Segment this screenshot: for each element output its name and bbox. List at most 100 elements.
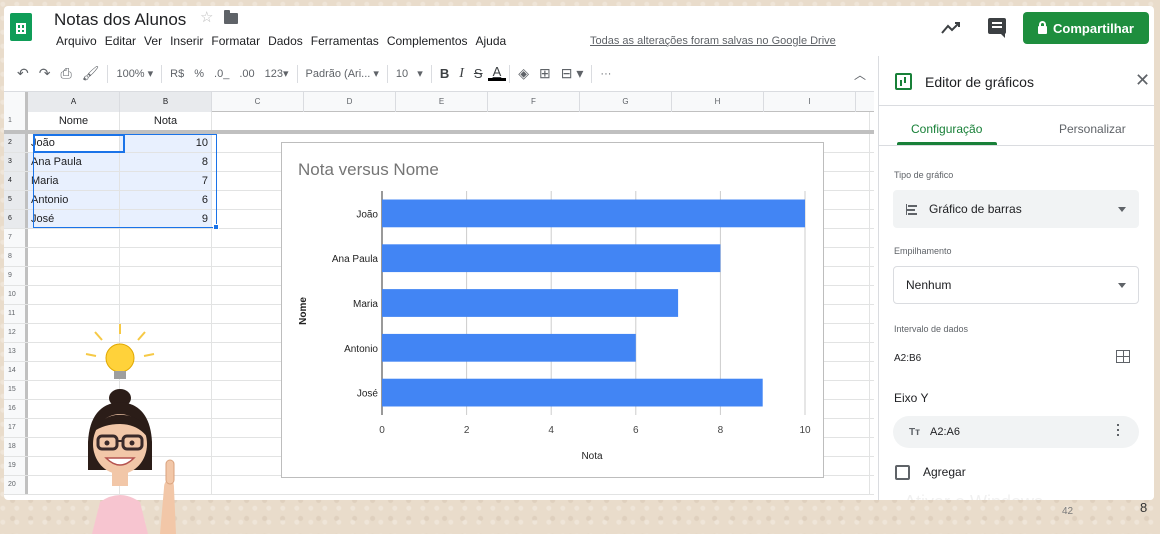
menu-arquivo[interactable]: Arquivo: [52, 34, 101, 48]
font-select[interactable]: Padrão (Ari... ▾: [301, 67, 384, 80]
row-header[interactable]: 9: [4, 267, 28, 285]
paint-format-icon[interactable]: 🖌: [77, 65, 105, 82]
column-header[interactable]: D: [304, 92, 396, 112]
header-cell[interactable]: Nome: [28, 112, 120, 130]
column-header[interactable]: F: [488, 92, 580, 112]
column-header[interactable]: A: [28, 92, 120, 112]
row-header[interactable]: 11: [4, 305, 28, 323]
empty-cell[interactable]: [120, 267, 212, 285]
stacking-select[interactable]: Nenhum: [893, 266, 1139, 304]
more-formats-select[interactable]: 123▾: [260, 67, 294, 80]
text-color-button[interactable]: A: [487, 65, 507, 81]
grade-cell[interactable]: 10: [120, 134, 212, 152]
header-cell[interactable]: Nota: [120, 112, 212, 130]
grade-cell[interactable]: 6: [120, 191, 212, 209]
column-header[interactable]: H: [672, 92, 764, 112]
empty-cells[interactable]: [212, 112, 870, 130]
share-button[interactable]: Compartilhar: [1023, 12, 1149, 44]
tab-configuracao[interactable]: Configuração: [911, 122, 982, 136]
empty-cell[interactable]: [28, 267, 120, 285]
row-header[interactable]: 5: [4, 191, 28, 209]
name-cell[interactable]: João: [28, 134, 120, 152]
column-header[interactable]: C: [212, 92, 304, 112]
row-header[interactable]: 2: [4, 134, 28, 152]
row-header[interactable]: 3: [4, 153, 28, 171]
grade-cell[interactable]: 7: [120, 172, 212, 190]
row-header[interactable]: 14: [4, 362, 28, 380]
increase-decimal-button[interactable]: .00: [234, 68, 259, 80]
empty-cell[interactable]: [28, 229, 120, 247]
row-header[interactable]: 18: [4, 438, 28, 456]
row-header[interactable]: 1: [4, 112, 28, 130]
save-status[interactable]: Todas as alterações foram salvas no Goog…: [590, 35, 836, 47]
tab-personalizar[interactable]: Personalizar: [1059, 122, 1126, 136]
column-header[interactable]: E: [396, 92, 488, 112]
name-cell[interactable]: Antonio: [28, 191, 120, 209]
aggregate-checkbox[interactable]: [895, 465, 910, 480]
row-header[interactable]: 13: [4, 343, 28, 361]
sheets-logo-icon[interactable]: [10, 13, 32, 41]
name-cell[interactable]: José: [28, 210, 120, 228]
folder-icon[interactable]: [224, 10, 238, 24]
star-icon[interactable]: ☆: [200, 8, 213, 26]
row-header[interactable]: 4: [4, 172, 28, 190]
document-title[interactable]: Notas dos Alunos: [54, 10, 186, 30]
print-icon[interactable]: ⎙: [55, 65, 76, 82]
currency-button[interactable]: R$: [165, 68, 189, 80]
row-header[interactable]: 17: [4, 419, 28, 437]
embedded-chart[interactable]: Nota versus Nome Nome Nota 0 2 4 6 8 10 João An…: [281, 142, 824, 478]
bold-button[interactable]: B: [435, 66, 454, 81]
more-options-button[interactable]: ···: [595, 68, 616, 80]
empty-cell[interactable]: [120, 286, 212, 304]
empty-cell[interactable]: [120, 229, 212, 247]
y-axis-range-chip[interactable]: Tт A2:A6: [893, 416, 1139, 448]
fill-color-icon[interactable]: ◈: [513, 65, 534, 82]
borders-icon[interactable]: ⊞: [534, 65, 556, 82]
row-header[interactable]: 6: [4, 210, 28, 228]
row-header[interactable]: 20: [4, 476, 28, 494]
explore-trend-icon[interactable]: [940, 20, 962, 36]
decrease-decimal-button[interactable]: .0_: [209, 68, 234, 80]
column-header[interactable]: G: [580, 92, 672, 112]
name-cell[interactable]: Maria: [28, 172, 120, 190]
row-header[interactable]: 7: [4, 229, 28, 247]
empty-cells[interactable]: [212, 476, 870, 494]
grade-cell[interactable]: 8: [120, 153, 212, 171]
empty-cell[interactable]: [28, 248, 120, 266]
collapse-menus-icon[interactable]: ︿: [854, 66, 866, 83]
more-vert-icon[interactable]: [1117, 424, 1119, 426]
column-header[interactable]: B: [120, 92, 212, 112]
menu-complementos[interactable]: Complementos: [383, 34, 472, 48]
merge-cells-icon[interactable]: ⊟ ▾: [556, 65, 589, 82]
undo-icon[interactable]: ↶: [12, 65, 34, 82]
select-range-icon[interactable]: [1116, 350, 1130, 363]
data-range-input[interactable]: A2:B6: [894, 353, 921, 364]
empty-cell[interactable]: [28, 286, 120, 304]
menu-ajuda[interactable]: Ajuda: [472, 34, 511, 48]
strikethrough-button[interactable]: S: [469, 66, 488, 81]
menu-editar[interactable]: Editar: [101, 34, 140, 48]
select-all-corner[interactable]: [4, 92, 28, 112]
menu-formatar[interactable]: Formatar: [207, 34, 264, 48]
comment-icon[interactable]: [988, 18, 1006, 38]
redo-icon[interactable]: ↷: [34, 65, 56, 82]
close-icon[interactable]: ✕: [1135, 70, 1150, 91]
font-size-select[interactable]: 10 ▾: [391, 67, 428, 80]
percent-button[interactable]: %: [189, 68, 209, 80]
row-header[interactable]: 16: [4, 400, 28, 418]
menu-ferramentas[interactable]: Ferramentas: [307, 34, 383, 48]
empty-cell[interactable]: [120, 248, 212, 266]
italic-button[interactable]: I: [454, 66, 469, 82]
chart-type-select[interactable]: Gráfico de barras: [893, 190, 1139, 228]
zoom-select[interactable]: 100% ▾: [111, 67, 158, 80]
name-cell[interactable]: Ana Paula: [28, 153, 120, 171]
row-header[interactable]: 19: [4, 457, 28, 475]
menu-dados[interactable]: Dados: [264, 34, 307, 48]
menu-ver[interactable]: Ver: [140, 34, 166, 48]
column-header[interactable]: I: [764, 92, 856, 112]
row-header[interactable]: 10: [4, 286, 28, 304]
row-header[interactable]: 12: [4, 324, 28, 342]
row-header[interactable]: 15: [4, 381, 28, 399]
menu-inserir[interactable]: Inserir: [166, 34, 207, 48]
row-header[interactable]: 8: [4, 248, 28, 266]
